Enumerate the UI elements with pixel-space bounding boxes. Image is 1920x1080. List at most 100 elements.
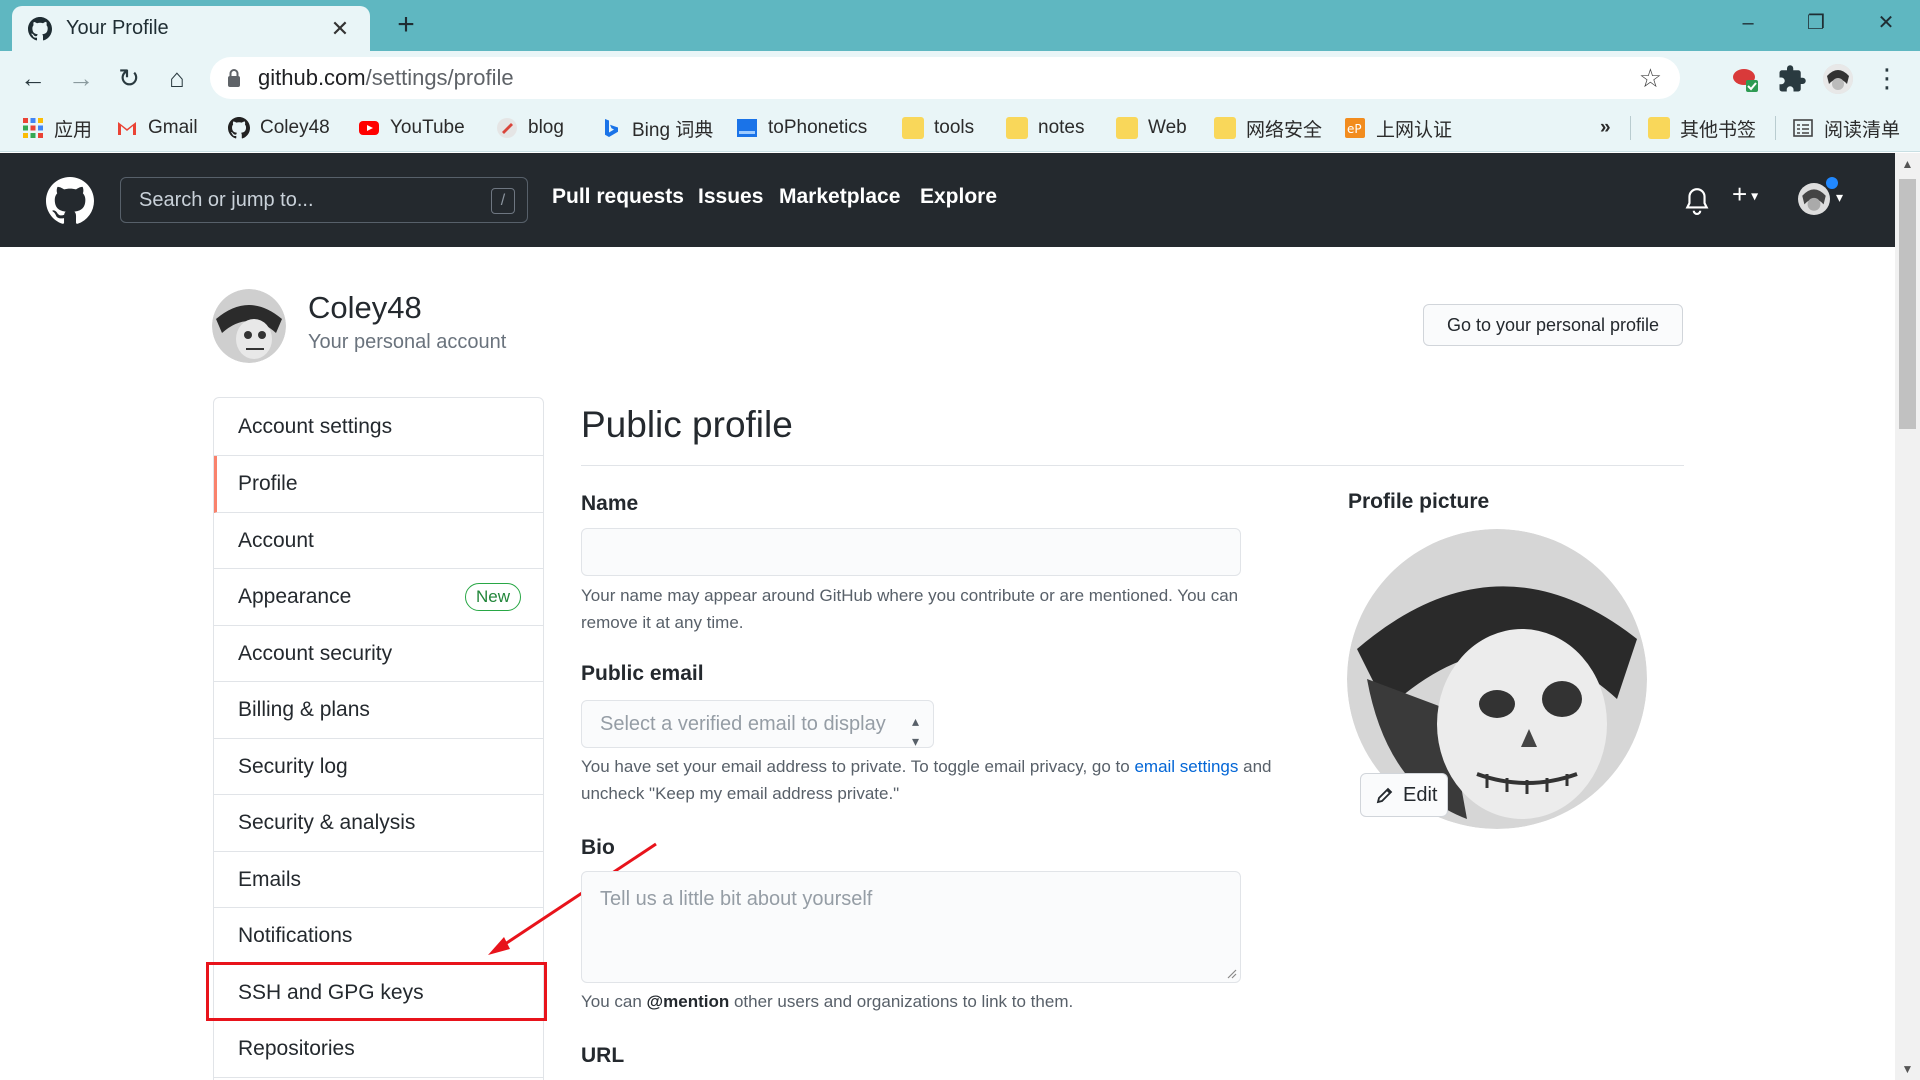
url-text: github.com/settings/profile <box>258 65 514 90</box>
bookmarks-divider <box>1630 116 1631 140</box>
public-email-label: Public email <box>581 662 704 685</box>
email-settings-link[interactable]: email settings <box>1134 757 1238 776</box>
extensions-puzzle-icon[interactable] <box>1777 64 1807 94</box>
notifications-bell-icon[interactable] <box>1684 187 1710 215</box>
name-label: Name <box>581 492 639 515</box>
github-header: Search or jump to... / Pull requests Iss… <box>0 153 1895 247</box>
folder-icon <box>1006 117 1028 139</box>
back-arrow-icon[interactable]: ← <box>18 63 48 93</box>
profile-picture-label: Profile picture <box>1348 490 1490 513</box>
nav-pull-requests[interactable]: Pull requests <box>552 185 684 209</box>
sidebar-item-billing[interactable]: Billing & plans <box>214 682 543 739</box>
scroll-up-icon[interactable]: ▲ <box>1895 153 1920 175</box>
create-new-button[interactable]: + ▾ <box>1732 179 1758 210</box>
address-bar[interactable]: github.com/settings/profile ☆ <box>210 57 1680 99</box>
tab-title: Your Profile <box>66 17 169 39</box>
folder-icon <box>1648 117 1670 139</box>
bookmark-tophonetics[interactable]: toPhonetics <box>736 114 867 142</box>
home-icon[interactable]: ⌂ <box>162 63 192 93</box>
folder-icon <box>1116 117 1138 139</box>
reading-list-button[interactable]: 阅读清单 <box>1792 114 1900 142</box>
bookmark-star-icon[interactable]: ☆ <box>1639 63 1662 94</box>
account-subtitle: Your personal account <box>308 331 507 353</box>
select-caret-icon: ▴ ▾ <box>911 713 919 749</box>
bookmark-other-folder[interactable]: 其他书签 <box>1648 114 1756 142</box>
url-label: URL <box>581 1044 625 1067</box>
new-tab-button[interactable]: + <box>390 10 422 42</box>
bookmark-youtube[interactable]: YouTube <box>358 114 465 142</box>
email-help-text: You have set your email address to priva… <box>581 757 1272 803</box>
title-divider <box>581 465 1684 466</box>
reading-list-icon <box>1793 119 1813 137</box>
profile-avatar-icon[interactable] <box>1823 64 1853 94</box>
go-to-profile-button[interactable]: Go to your personal profile <box>1423 304 1683 346</box>
sidebar-item-profile[interactable]: Profile <box>214 456 543 513</box>
sidebar-item-account[interactable]: Account <box>214 513 543 569</box>
bookmark-folder-notes[interactable]: notes <box>1006 114 1084 142</box>
apps-grid-icon <box>23 118 43 138</box>
new-badge: New <box>464 583 521 611</box>
nav-marketplace[interactable]: Marketplace <box>779 185 900 209</box>
account-avatar[interactable] <box>212 289 286 363</box>
user-avatar-icon <box>1798 183 1830 215</box>
bookmark-network-auth[interactable]: eP 上网认证 <box>1344 114 1452 142</box>
nav-explore[interactable]: Explore <box>920 185 997 209</box>
bookmark-blog[interactable]: blog <box>496 114 564 142</box>
sidebar-item-account-security[interactable]: Account security <box>214 626 543 682</box>
sidebar-item-security-log[interactable]: Security log <box>214 739 543 795</box>
bookmark-folder-tools[interactable]: tools <box>902 114 974 142</box>
browser-tabstrip: Your Profile ✕ + – ❐ ✕ <box>0 0 1920 51</box>
reload-icon[interactable]: ↻ <box>114 63 144 93</box>
pencil-icon <box>1376 787 1393 804</box>
minimize-window-icon[interactable]: – <box>1728 8 1768 38</box>
account-username: Coley48 <box>308 290 422 325</box>
bookmark-folder-web[interactable]: Web <box>1116 114 1187 142</box>
svg-text:eP: eP <box>1347 122 1362 136</box>
bookmark-folder-security[interactable]: 网络安全 <box>1214 114 1322 142</box>
unread-dot <box>1826 177 1838 189</box>
bookmark-gmail[interactable]: Gmail <box>116 114 198 142</box>
browser-menu-icon[interactable]: ⋮ <box>1872 63 1902 93</box>
folder-icon <box>1214 117 1236 139</box>
github-search-input[interactable]: Search or jump to... / <box>120 177 528 223</box>
blog-icon <box>497 118 517 138</box>
bookmarks-divider <box>1775 116 1776 140</box>
edit-picture-button[interactable]: Edit <box>1360 773 1448 817</box>
browser-tab-active[interactable]: Your Profile ✕ <box>12 6 370 51</box>
page-title: Public profile <box>581 404 793 445</box>
lock-icon <box>228 69 240 87</box>
bookmark-coley48[interactable]: Coley48 <box>228 114 330 142</box>
ep-icon: eP <box>1345 118 1365 138</box>
scroll-down-icon[interactable]: ▼ <box>1895 1058 1920 1080</box>
extension-red-icon[interactable] <box>1730 64 1760 94</box>
scroll-thumb[interactable] <box>1899 179 1916 429</box>
bio-textarea[interactable]: Tell us a little bit about yourself <box>581 871 1241 983</box>
github-logo-icon[interactable] <box>46 177 94 225</box>
page-scrollbar[interactable]: ▲ ▼ <box>1895 153 1920 1080</box>
name-help-text: Your name may appear around GitHub where… <box>581 586 1239 632</box>
close-window-icon[interactable]: ✕ <box>1866 8 1906 38</box>
nav-issues[interactable]: Issues <box>698 185 763 209</box>
bookmark-apps[interactable]: 应用 <box>22 114 92 142</box>
skull-portrait-image <box>212 289 286 363</box>
annotation-highlight-box <box>206 962 547 1021</box>
search-shortcut-key: / <box>491 188 515 214</box>
public-email-select[interactable]: Select a verified email to display ▴ ▾ <box>581 700 934 749</box>
sidebar-item-appearance[interactable]: Appearance New <box>214 569 543 626</box>
forward-arrow-icon[interactable]: → <box>66 63 96 93</box>
restore-window-icon[interactable]: ❐ <box>1796 8 1836 38</box>
resize-grip-icon[interactable] <box>1225 967 1237 979</box>
user-menu-button[interactable]: ▾ <box>1798 177 1854 217</box>
sidebar-item-repositories[interactable]: Repositories <box>214 1021 543 1078</box>
bookmarks-overflow-button[interactable]: » <box>1600 114 1611 142</box>
name-input[interactable] <box>581 528 1241 576</box>
youtube-icon <box>359 121 379 135</box>
folder-icon <box>902 117 924 139</box>
bookmark-bing[interactable]: Bing 词典 <box>600 114 713 142</box>
tab-close-icon[interactable]: ✕ <box>326 16 354 42</box>
chevron-down-icon: ▾ <box>1836 189 1844 205</box>
bookmarks-bar: 应用 Gmail Coley48 YouTube blog Bing 词典 to… <box>0 104 1920 152</box>
gmail-icon <box>118 122 136 135</box>
github-favicon-icon <box>28 16 52 40</box>
github-icon <box>228 117 250 139</box>
